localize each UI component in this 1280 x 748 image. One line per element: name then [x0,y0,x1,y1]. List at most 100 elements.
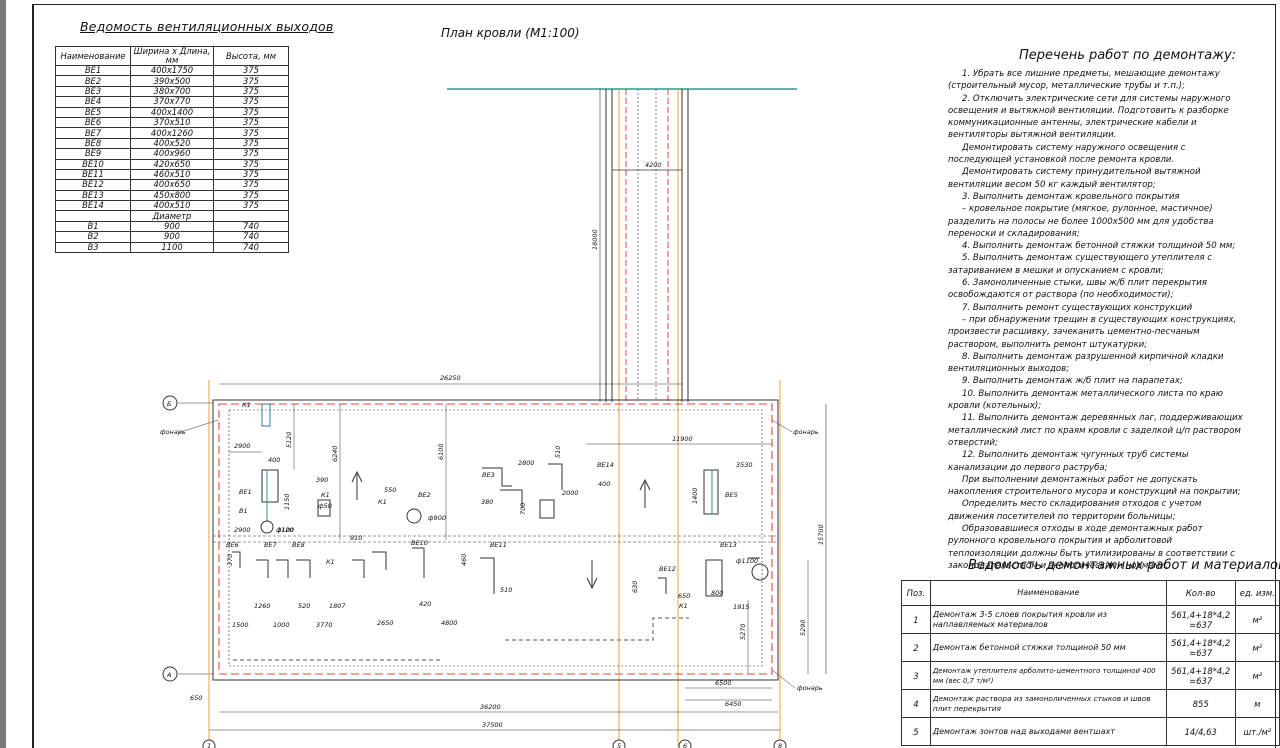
dim-6450: 6450 [725,700,742,708]
dem-qty: 855 [1165,689,1236,718]
dem-name: Демонтаж 3-5 слоев покрытия кровли из на… [929,605,1167,634]
label-k1d: К1 [326,558,335,566]
dim-5120: 5120 [285,431,293,448]
dem-unit: м² [1234,605,1280,634]
label-be12: ВЕ12 [659,565,676,573]
dem-name: Демонтаж утеплителя арболито-цементного … [929,661,1167,690]
label-be7: ВЕ7 [264,541,278,549]
dim-15700: 15700 [817,524,825,545]
dem-pos: 3 [901,661,931,690]
dim-400a: 400 [268,456,280,464]
label-be3: ВЕ3 [482,471,495,479]
label-be10: ВЕ10 [411,539,428,547]
dim-36200: 36200 [480,703,501,711]
lamp-label-right: фонарь [793,428,819,436]
lamp-label-bottom: фонарь [797,684,823,692]
works-item: – кровельное покрытие (мягкое, рулонное,… [948,204,1214,239]
dim-5290: 5290 [799,619,807,636]
dem-qty: 561,4+18*4,2 =637 [1165,605,1236,634]
label-phi900: ф900 [428,514,446,522]
label-phi1100: ф1100 [736,557,758,565]
dim-2900b: 2900 [234,526,251,534]
slope-arrow-up-2 [639,478,651,508]
dim-6240: 6240 [331,445,339,462]
table-row: 1 Демонтаж 3-5 слоев покрытия кровли из … [901,605,1280,634]
dim-390: 390 [316,476,328,484]
dim-37500: 37500 [482,721,503,729]
vent-box-k1-top [261,403,271,427]
dim-3530: 3530 [736,461,753,469]
dim-520: 520 [298,602,310,610]
label-v1: В1 [239,507,248,515]
dem-header-name: Наименование [929,580,1167,606]
dem-unit: м² [1234,661,1280,690]
dem-name: Демонтаж раствора из замоноличенных стык… [929,689,1167,718]
dim-400b: 400 [598,480,610,488]
dem-unit: м [1234,689,1280,718]
lamp-leader-left [177,419,219,434]
dim-630: 630 [631,581,639,593]
axis-6-label: 6 [683,742,687,748]
dem-qty: 561,4+18*4,2 =637 [1165,661,1236,690]
lamp-label-left: фонарь [160,428,186,436]
works-item: 4. Выполнить демонтаж бетонной стяжки то… [962,241,1236,252]
dem-unit: м² [1234,633,1280,662]
dim-1400: 1400 [691,487,699,504]
works-item: 2. Отключить электрические сети для сист… [948,93,1231,141]
label-k1a: К1 [242,401,251,409]
dem-name: Демонтаж зонтов над выходами вентшахт [929,717,1167,746]
dim-1150: 1150 [283,493,291,510]
dim-4200: 4200 [645,161,662,169]
dim-550: 550 [384,486,396,494]
dim-510a: 510 [554,446,562,458]
dem-qty: 14/4,63 [1165,717,1236,746]
dem-header-unit: ед. изм. [1234,580,1280,606]
dim-1000: 1000 [273,621,290,629]
label-be13: ВЕ13 [720,541,737,549]
works-item: 1. Убрать все лишние предметы, мешающие … [948,69,1220,92]
label-be8: ВЕ8 [292,541,305,549]
dim-1915: 1915 [733,603,750,611]
dim-1260: 1260 [254,602,271,610]
label-be2: ВЕ2 [418,491,431,499]
round-vent-b3 [751,563,769,581]
label-k1b: К1 [321,491,330,499]
axis-b-label: Б [167,400,172,408]
dem-header-pos: Поз. [901,580,931,606]
label-be11: ВЕ11 [490,541,507,549]
dem-header-qty: Кол-во [1165,580,1236,606]
works-item: 7. Выполнить ремонт существующих констру… [962,302,1193,313]
dim-5270: 5270 [739,623,747,640]
dem-unit: шт./м² [1234,717,1280,746]
dim-380: 380 [481,498,493,506]
label-k1c: К1 [378,498,387,506]
works-list: 1. Убрать все лишние предметы, мешающие … [948,68,1244,572]
works-item: 12. Выполнить демонтаж чугунных труб сис… [948,450,1189,473]
works-item: 5. Выполнить демонтаж существующего утеп… [948,253,1213,276]
works-title: Перечень работ по демонтажу: [1019,48,1237,63]
label-k1e: К1 [679,602,688,610]
dim-370: 370 [226,554,234,566]
dim-2800: 2800 [518,459,535,467]
axis-a-label: А [166,671,171,679]
slope-arrow-up-1 [351,470,363,500]
dim-11900: 11900 [672,435,693,443]
label-phi100a: ф100 [276,526,294,534]
drain-dashed-line [505,617,689,641]
dim-1807: 1807 [329,602,346,610]
label-be1: ВЕ1 [239,488,252,496]
dim-26250: 26250 [440,374,461,382]
table-row: 4 Демонтаж раствора из замоноличенных ст… [901,689,1280,718]
slope-arrow-down [586,560,598,590]
works-item: – при обнаружении трещин в существующих … [948,314,1237,350]
dim-650: 650 [678,592,690,600]
dim-2000: 2000 [562,489,579,497]
works-item: 9. Выполнить демонтаж ж/б плит на парапе… [962,376,1183,387]
works-item: 11. Выполнить демонтаж деревянных лаг, п… [948,413,1243,448]
label-phi50a: ф50 [318,502,332,510]
dem-pos: 5 [901,717,931,746]
round-vent-b1 [260,520,274,534]
works-item: При выполнении демонтажных работ не допу… [948,474,1241,498]
works-item: 10. Выполнить демонтаж металлического ли… [948,388,1224,412]
axis-5-label: 5 [617,742,621,748]
